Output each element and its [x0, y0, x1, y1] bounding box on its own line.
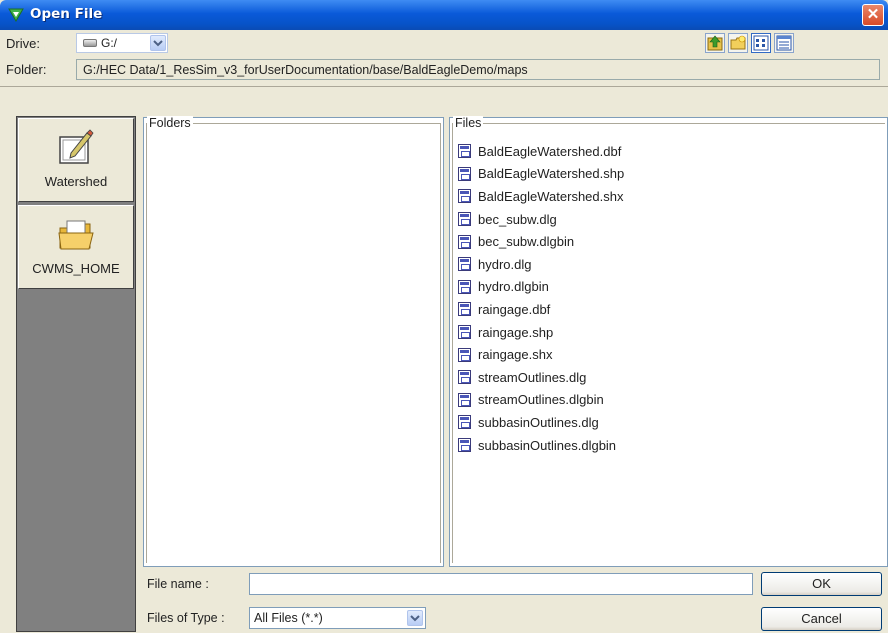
file-name: hydro.dlgbin: [478, 279, 549, 295]
divider: [452, 123, 453, 563]
file-item[interactable]: bec_subw.dlg: [458, 208, 624, 231]
shortcut-label: CWMS_HOME: [32, 261, 120, 276]
file-item[interactable]: subbasinOutlines.dlg: [458, 411, 624, 434]
up-folder-icon[interactable]: [705, 33, 725, 53]
file-icon: [458, 189, 471, 204]
file-type-select[interactable]: All Files (*.*): [249, 607, 426, 629]
cancel-button[interactable]: Cancel: [761, 607, 882, 631]
drive-row: Drive: G:/: [0, 30, 888, 56]
file-name-input[interactable]: [249, 573, 753, 595]
file-icon: [458, 144, 471, 159]
file-icon: [458, 257, 471, 272]
toolbar: [705, 33, 794, 53]
list-view-icon[interactable]: [751, 33, 771, 53]
file-name: raingage.dbf: [478, 301, 551, 317]
file-type-value: All Files (*.*): [254, 611, 323, 625]
file-name: BaldEagleWatershed.dbf: [478, 143, 622, 159]
file-icon: [458, 166, 471, 181]
file-item[interactable]: raingage.shx: [458, 343, 624, 366]
file-name: subbasinOutlines.dlgbin: [478, 437, 617, 453]
file-name: bec_subw.dlgbin: [478, 234, 575, 250]
file-item[interactable]: BaldEagleWatershed.dbf: [458, 140, 624, 163]
chevron-down-icon[interactable]: [150, 35, 166, 51]
divider: [452, 123, 885, 124]
file-item[interactable]: streamOutlines.dlgbin: [458, 389, 624, 412]
shortcut-cwms-home[interactable]: CWMS_HOME: [18, 205, 134, 289]
divider: [440, 123, 441, 563]
file-name: raingage.shp: [478, 324, 554, 340]
drive-label: Drive:: [6, 36, 40, 51]
file-name: hydro.dlg: [478, 256, 532, 272]
file-icon: [458, 370, 471, 385]
open-folder-icon: [58, 220, 94, 250]
file-item[interactable]: hydro.dlg: [458, 253, 624, 276]
file-name: streamOutlines.dlgbin: [478, 392, 604, 408]
file-name: subbasinOutlines.dlg: [478, 414, 599, 430]
file-name-label: File name :: [147, 577, 209, 591]
app-icon: [8, 8, 24, 22]
file-icon: [458, 438, 471, 453]
hard-drive-icon: [83, 39, 97, 47]
shortcut-label: Watershed: [44, 174, 108, 189]
file-name: streamOutlines.dlg: [478, 369, 587, 385]
file-item[interactable]: raingage.dbf: [458, 298, 624, 321]
file-item[interactable]: streamOutlines.dlg: [458, 366, 624, 389]
file-icon: [458, 234, 471, 249]
file-icon: [458, 302, 471, 317]
folders-panel-title: Folders: [147, 116, 193, 130]
file-icon: [458, 415, 471, 430]
file-item[interactable]: hydro.dlgbin: [458, 276, 624, 299]
folder-label: Folder:: [6, 62, 47, 77]
chevron-down-icon[interactable]: [407, 610, 423, 626]
file-name: BaldEagleWatershed.shp: [478, 166, 625, 182]
file-name: BaldEagleWatershed.shx: [478, 188, 624, 204]
file-icon: [458, 279, 471, 294]
file-name: bec_subw.dlg: [478, 211, 557, 227]
file-item[interactable]: BaldEagleWatershed.shx: [458, 185, 624, 208]
title-bar: Open File ✕: [0, 0, 888, 30]
files-panel[interactable]: Files BaldEagleWatershed.dbf BaldEagleWat…: [449, 116, 888, 567]
drive-value: G:/: [101, 36, 118, 50]
file-icon: [458, 212, 471, 227]
divider: [146, 123, 147, 563]
file-item[interactable]: bec_subw.dlgbin: [458, 230, 624, 253]
window-title: Open File: [30, 6, 103, 22]
file-icon: [458, 325, 471, 340]
watershed-icon: [59, 129, 94, 164]
file-list: BaldEagleWatershed.dbf BaldEagleWatershed…: [458, 140, 624, 456]
file-icon: [458, 392, 471, 407]
file-item[interactable]: raingage.shp: [458, 321, 624, 344]
file-type-label: Files of Type :: [147, 611, 225, 625]
new-folder-icon[interactable]: [728, 33, 748, 53]
ok-button[interactable]: OK: [761, 572, 882, 596]
folder-path: G:/HEC Data/1_ResSim_v3_forUserDocumenta…: [76, 59, 880, 80]
file-item[interactable]: BaldEagleWatershed.shp: [458, 163, 624, 186]
files-panel-title: Files: [453, 116, 484, 130]
shortcut-sidebar: Watershed CWMS_HOME: [16, 116, 136, 632]
file-item[interactable]: subbasinOutlines.dlgbin: [458, 434, 624, 457]
folders-panel[interactable]: Folders: [143, 116, 444, 567]
folder-row: Folder: G:/HEC Data/1_ResSim_v3_forUserD…: [0, 56, 888, 82]
file-name: raingage.shx: [478, 347, 553, 363]
close-button[interactable]: ✕: [862, 4, 884, 26]
shortcut-watershed[interactable]: Watershed: [18, 118, 134, 202]
drive-select[interactable]: G:/: [76, 33, 168, 53]
details-view-icon[interactable]: [774, 33, 794, 53]
file-icon: [458, 347, 471, 362]
